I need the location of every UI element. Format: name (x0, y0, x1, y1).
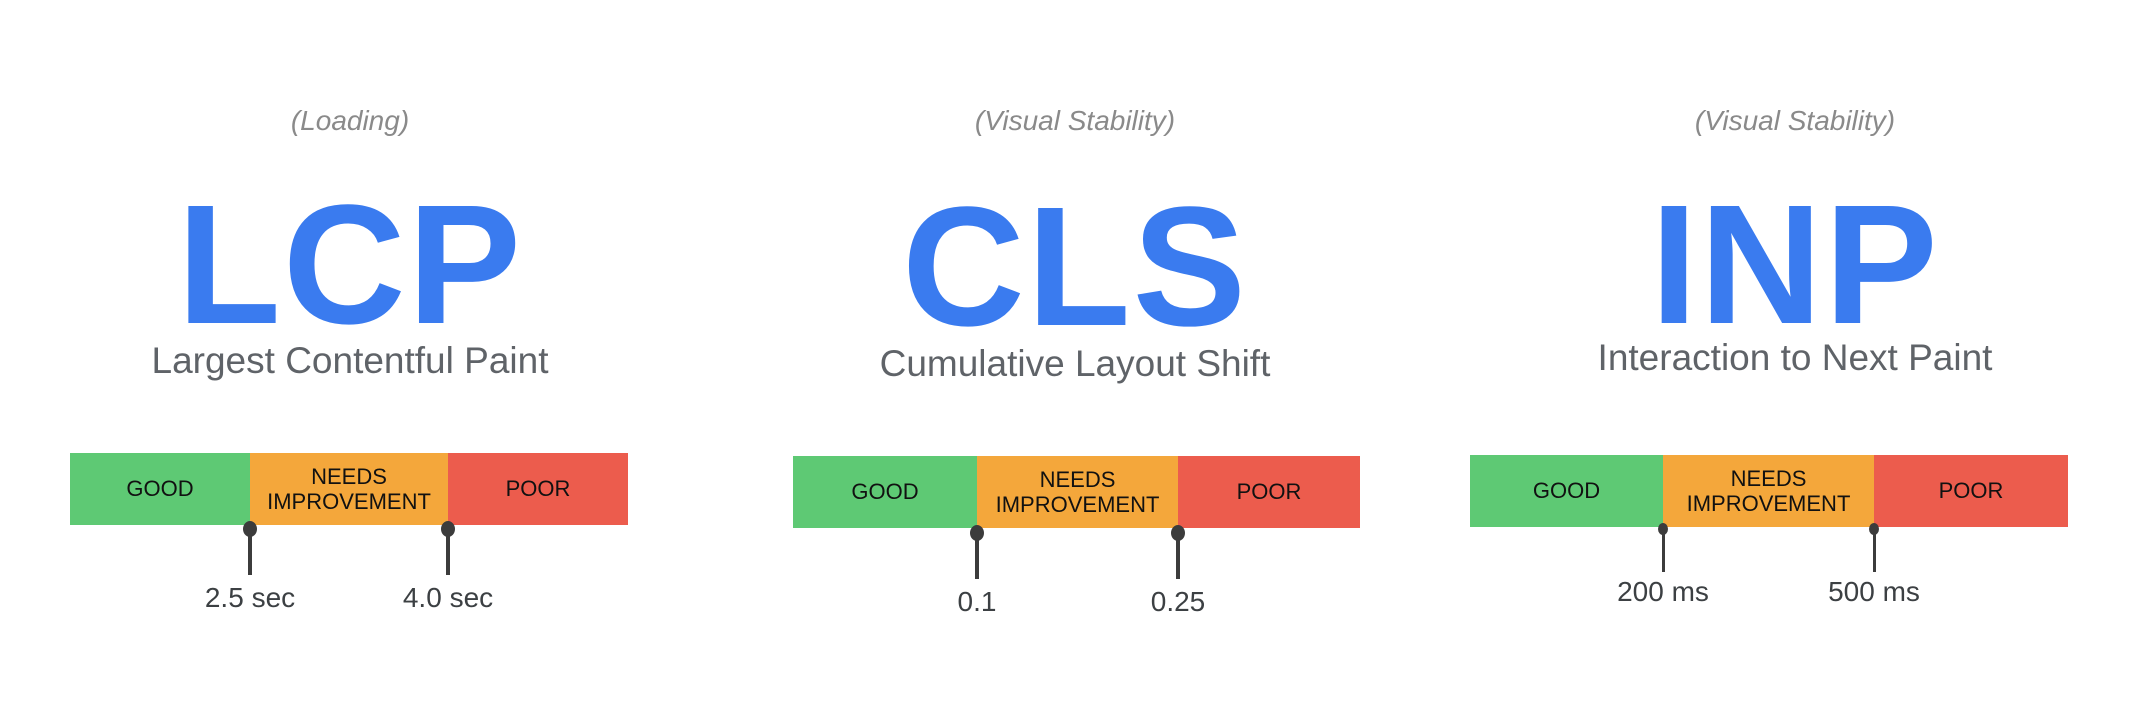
marker-stem (1662, 532, 1665, 572)
threshold-bar: GOOD NEEDS IMPROVEMENT POOR (1470, 455, 2068, 527)
threshold-label: 200 ms (1617, 576, 1709, 607)
metric-panel-inp: (Visual Stability) INP Interaction to Ne… (0, 0, 2140, 722)
segment-needs-improvement: NEEDS IMPROVEMENT (1663, 455, 1874, 527)
segment-poor: POOR (1874, 455, 2068, 527)
metric-category: (Visual Stability) (1694, 105, 1896, 136)
threshold-label: 500 ms (1828, 576, 1920, 607)
marker-stem (1873, 532, 1876, 572)
metric-acronym: INP (1650, 170, 1940, 360)
metric-full-name: Interaction to Next Paint (1597, 337, 1993, 378)
segment-good: GOOD (1470, 455, 1663, 527)
